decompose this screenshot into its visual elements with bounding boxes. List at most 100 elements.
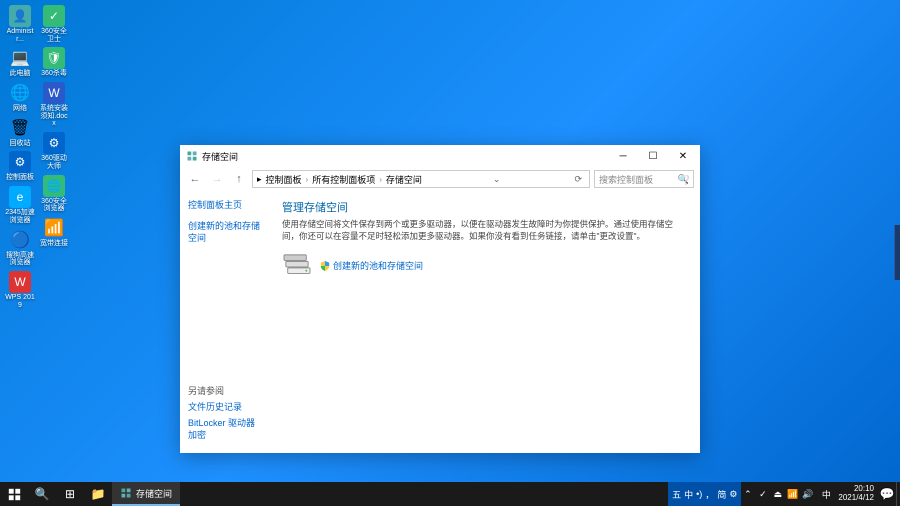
- desktop-icon-label: 宽带连接: [40, 240, 68, 248]
- 360-safe-icon: ✓: [43, 5, 65, 27]
- this-pc-icon: 💻: [9, 47, 31, 69]
- desktop-icon-this-pc[interactable]: 💻此电脑: [5, 47, 35, 78]
- back-button[interactable]: ←: [186, 170, 204, 188]
- window-title: 存储空间: [202, 150, 238, 163]
- desktop-icon-wps-2019[interactable]: WWPS 2019: [5, 271, 35, 309]
- sidebar-home-link[interactable]: 控制面板主页: [188, 199, 262, 212]
- create-pool-link[interactable]: 创建新的池和存储空间: [320, 259, 423, 272]
- uac-shield-icon: [320, 261, 330, 271]
- desktop: 👤Administr...💻此电脑🌐网络🗑回收站⚙控制面板e2345加速浏览器🔵…: [0, 0, 900, 506]
- right-edge-widget[interactable]: [894, 225, 900, 280]
- seealso-link[interactable]: 文件历史记录: [188, 401, 262, 414]
- tray-icon[interactable]: 🔊: [801, 488, 814, 501]
- 360-driver-icon: ⚙: [43, 132, 65, 154]
- desktop-icon-360-browser[interactable]: 🌐360安全浏览器: [39, 175, 69, 213]
- ime-item[interactable]: 五: [672, 488, 681, 501]
- breadcrumb-item[interactable]: 所有控制面板项: [312, 173, 375, 186]
- taskbar-file-explorer[interactable]: 📁: [84, 482, 112, 506]
- desktop-icon-recycle-bin[interactable]: 🗑回收站: [5, 117, 35, 148]
- desktop-icon-360-safe[interactable]: ✓360安全卫士: [39, 5, 69, 43]
- desktop-icon-sysinstall-doc[interactable]: W系统安装须知.docx: [39, 82, 69, 128]
- desktop-icon-label: Administr...: [5, 28, 35, 43]
- desktop-icon-2345-browser[interactable]: e2345加速浏览器: [5, 186, 35, 224]
- taskbar-app-label: 存储空间: [136, 487, 172, 500]
- show-desktop-button[interactable]: [896, 482, 900, 506]
- forward-button[interactable]: →: [208, 170, 226, 188]
- recycle-bin-icon: 🗑: [9, 117, 31, 139]
- breadcrumb-item[interactable]: 控制面板: [266, 173, 302, 186]
- desktop-icon-network[interactable]: 🌐网络: [5, 82, 35, 113]
- tray-chevron-up-icon[interactable]: ⌃: [741, 488, 754, 501]
- sidebar: 控制面板主页 创建新的池和存储空间 另请参阅 文件历史记录 BitLocker …: [180, 191, 270, 453]
- desktop-icon-label: 系统安装须知.docx: [39, 105, 69, 128]
- desktop-icon-sogou-browser[interactable]: 🔵搜狗高速浏览器: [5, 229, 35, 267]
- ime-item[interactable]: ，: [705, 488, 714, 501]
- window-icon: [186, 150, 198, 162]
- ime-item[interactable]: 简: [717, 488, 726, 501]
- desktop-icon-label: 360安全卫士: [39, 28, 69, 43]
- ime-item[interactable]: •): [696, 489, 702, 499]
- desktop-icon-label: 搜狗高速浏览器: [5, 252, 35, 267]
- seealso-heading: 另请参阅: [188, 384, 262, 397]
- clock-date: 2021/4/12: [838, 494, 874, 503]
- breadcrumb-item[interactable]: 存储空间: [386, 173, 422, 186]
- tray-icon[interactable]: ✓: [756, 488, 769, 501]
- desktop-icon-label: 360驱动大师: [39, 155, 69, 170]
- search-input[interactable]: 搜索控制面板 🔍: [594, 170, 694, 188]
- system-tray: ⌃ ✓⏏📶🔊: [741, 488, 818, 501]
- breadcrumb-refresh-icon[interactable]: ⟳: [571, 174, 585, 185]
- minimize-button[interactable]: ─: [608, 145, 638, 167]
- desktop-icon-label: 2345加速浏览器: [5, 209, 35, 224]
- desktop-icon-control-panel[interactable]: ⚙控制面板: [5, 151, 35, 182]
- help-icon[interactable]: ❔: [681, 175, 692, 186]
- desktop-icon-360-driver[interactable]: ⚙360驱动大师: [39, 132, 69, 170]
- desktop-icons: 👤Administr...💻此电脑🌐网络🗑回收站⚙控制面板e2345加速浏览器🔵…: [5, 5, 69, 309]
- control-panel-window: 存储空间 ─ ☐ ✕ ← → ↑ ▸ 控制面板 › 所有控制面板项 › 存储空间…: [180, 145, 700, 453]
- breadcrumb-root-icon: ▸: [257, 174, 262, 185]
- content-pane: 管理存储空间 使用存储空间将文件保存到两个或更多驱动器，以便在驱动器发生故障时为…: [270, 191, 700, 453]
- create-pool-label: 创建新的池和存储空间: [333, 259, 423, 272]
- tray-icon[interactable]: 📶: [786, 488, 799, 501]
- network-icon: 🌐: [9, 82, 31, 104]
- chevron-right-icon: ›: [379, 175, 382, 184]
- drives-icon: [282, 253, 312, 279]
- close-button[interactable]: ✕: [668, 145, 698, 167]
- wps-2019-icon: W: [9, 271, 31, 293]
- broadband-icon: 📶: [43, 217, 65, 239]
- titlebar: 存储空间 ─ ☐ ✕: [180, 145, 700, 167]
- tray-icon[interactable]: ⏏: [771, 488, 784, 501]
- desktop-icon-administrator[interactable]: 👤Administr...: [5, 5, 35, 43]
- desktop-icon-label: 网络: [13, 105, 27, 113]
- desktop-icon-label: 此电脑: [10, 70, 31, 78]
- sogou-browser-icon: 🔵: [9, 229, 31, 251]
- desktop-icon-label: 360杀毒: [41, 70, 67, 78]
- taskbar-active-app[interactable]: 存储空间: [112, 482, 180, 506]
- sidebar-create-link[interactable]: 创建新的池和存储空间: [188, 220, 262, 245]
- taskbar-clock[interactable]: 20:10 2021/4/12: [834, 485, 878, 503]
- taskbar-search-button[interactable]: 🔍: [28, 482, 56, 506]
- breadcrumb[interactable]: ▸ 控制面板 › 所有控制面板项 › 存储空间 ⌄ ⟳: [252, 170, 590, 188]
- control-panel-icon: ⚙: [9, 151, 31, 173]
- desktop-icon-360-antivirus[interactable]: 🛡360杀毒: [39, 47, 69, 78]
- ime-toolbar[interactable]: 五中•)，简⚙: [668, 482, 741, 506]
- desktop-icon-broadband[interactable]: 📶宽带连接: [39, 217, 69, 248]
- notifications-button[interactable]: 💬: [878, 482, 896, 506]
- maximize-button[interactable]: ☐: [638, 145, 668, 167]
- breadcrumb-dropdown[interactable]: ⌄: [490, 174, 504, 185]
- chevron-right-icon: ›: [306, 175, 309, 184]
- sysinstall-doc-icon: W: [43, 82, 65, 104]
- desktop-icon-label: 360安全浏览器: [39, 198, 69, 213]
- start-button[interactable]: [0, 482, 28, 506]
- administrator-icon: 👤: [9, 5, 31, 27]
- nav-toolbar: ← → ↑ ▸ 控制面板 › 所有控制面板项 › 存储空间 ⌄ ⟳ 搜索控制面板…: [180, 167, 700, 191]
- task-view-button[interactable]: ⊞: [56, 482, 84, 506]
- seealso-link[interactable]: BitLocker 驱动器加密: [188, 417, 262, 442]
- desktop-icon-label: WPS 2019: [5, 294, 35, 309]
- taskbar: 🔍 ⊞ 📁 存储空间 五中•)，简⚙ ⌃ ✓⏏📶🔊 中 20:10 2021/4…: [0, 482, 900, 506]
- 360-browser-icon: 🌐: [43, 175, 65, 197]
- ime-item[interactable]: ⚙: [729, 489, 737, 500]
- up-button[interactable]: ↑: [230, 170, 248, 188]
- ime-indicator[interactable]: 中: [818, 482, 834, 506]
- ime-item[interactable]: 中: [684, 488, 693, 501]
- 2345-browser-icon: e: [9, 186, 31, 208]
